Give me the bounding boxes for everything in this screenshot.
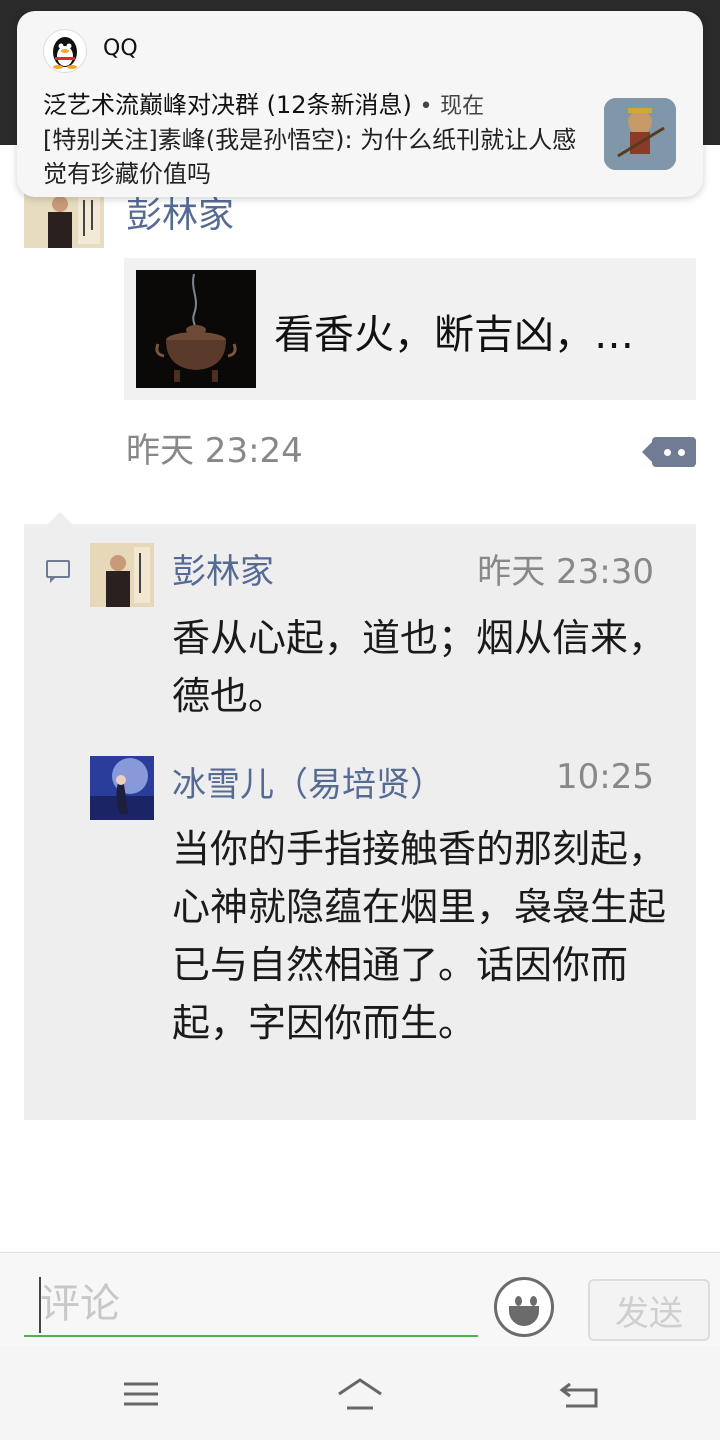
notification-app-name: QQ	[103, 36, 138, 61]
commenter-name[interactable]: 彭林家	[172, 544, 274, 593]
notification-group-title: 泛艺术流巅峰对决群 (12条新消息)	[43, 91, 412, 119]
qq-penguin-icon	[43, 29, 87, 73]
home-icon[interactable]	[335, 1376, 385, 1412]
comments-section: 彭林家 昨天 23:30 香从心起，道也；烟从信来，德也。 冰雪儿（易培贤） 1…	[24, 512, 696, 1120]
commenter-avatar[interactable]	[90, 756, 154, 820]
sender-avatar	[604, 98, 676, 170]
incense-burner-thumbnail	[136, 270, 256, 388]
commenter-avatar[interactable]	[90, 543, 154, 607]
notification-time: 现在	[440, 94, 485, 119]
qq-notification-banner[interactable]: QQ 泛艺术流巅峰对决群 (12条新消息) • 现在 [特别关注]素峰(我是孙悟…	[17, 11, 703, 197]
notification-message: [特别关注]素峰(我是孙悟空): 为什么纸刊就让人感觉有珍藏价值吗	[43, 126, 577, 188]
post-timestamp: 昨天 23:24	[126, 431, 303, 471]
back-icon[interactable]	[556, 1376, 606, 1412]
comment-text[interactable]: 当你的手指接触香的那刻起，心神就隐蕴在烟里，袅袅生起已与自然相通了。话因你而起，…	[172, 820, 672, 1052]
poster-avatar[interactable]	[24, 190, 104, 248]
notification-title: 泛艺术流巅峰对决群 (12条新消息) • 现在	[43, 85, 484, 120]
shared-link-card[interactable]: 看香火，断吉凶，…	[124, 258, 696, 400]
comment-text[interactable]: 香从心起，道也；烟从信来，德也。	[172, 609, 672, 725]
comment-icon	[46, 560, 70, 583]
comment-time: 10:25	[556, 757, 654, 797]
comment-time: 昨天 23:30	[477, 552, 654, 592]
emoji-icon[interactable]	[494, 1277, 554, 1337]
system-navigation-bar	[0, 1346, 720, 1440]
comment-input[interactable]	[24, 1273, 478, 1337]
commenter-name[interactable]: 冰雪儿（易培贤）	[172, 757, 444, 806]
more-options-icon[interactable]	[642, 437, 696, 467]
link-title: 看香火，断吉凶，…	[274, 312, 634, 358]
menu-icon[interactable]	[116, 1376, 166, 1412]
notification-separator: •	[419, 94, 433, 119]
text-caret	[39, 1277, 41, 1333]
send-button[interactable]: 发送	[588, 1279, 710, 1341]
comment-input-bar: 发送	[0, 1252, 720, 1347]
